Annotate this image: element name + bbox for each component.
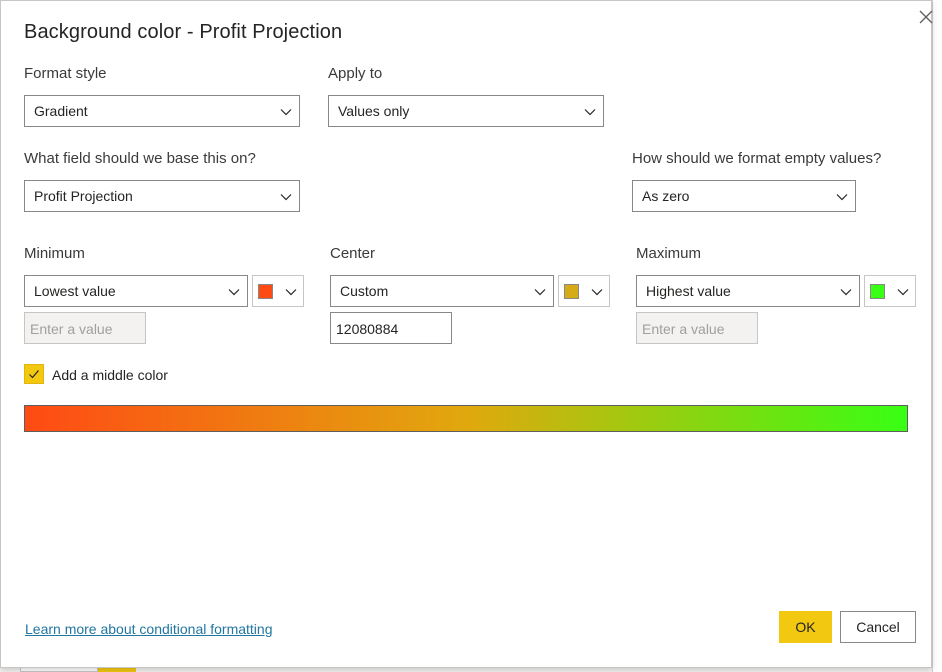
chevron-down-icon bbox=[228, 289, 240, 296]
minimum-color-swatch bbox=[258, 284, 273, 299]
minimum-type-value: Lowest value bbox=[34, 283, 116, 299]
close-icon bbox=[919, 10, 933, 24]
base-field-value: Profit Projection bbox=[34, 188, 133, 204]
dialog-title: Background color - Profit Projection bbox=[24, 21, 343, 43]
chevron-down-icon bbox=[280, 194, 292, 201]
center-color-swatch bbox=[564, 284, 579, 299]
base-field-label: What field should we base this on? bbox=[24, 150, 256, 167]
chevron-down-icon bbox=[897, 289, 909, 296]
maximum-color-picker[interactable] bbox=[864, 275, 916, 307]
format-style-dropdown[interactable]: Gradient bbox=[24, 95, 300, 127]
format-style-label: Format style bbox=[24, 65, 107, 82]
conditional-formatting-dialog: Background color - Profit Projection For… bbox=[0, 0, 933, 668]
minimum-value-input[interactable]: Enter a value bbox=[24, 312, 146, 344]
chevron-down-icon bbox=[584, 109, 596, 116]
learn-more-link[interactable]: Learn more about conditional formatting bbox=[25, 621, 272, 637]
empty-values-label: How should we format empty values? bbox=[632, 150, 882, 167]
center-value-input[interactable]: 12080884 bbox=[330, 312, 452, 344]
close-button[interactable] bbox=[915, 6, 937, 28]
center-value-text: 12080884 bbox=[336, 321, 399, 337]
minimum-color-picker[interactable] bbox=[252, 275, 304, 307]
maximum-value-placeholder: Enter a value bbox=[642, 321, 725, 337]
chevron-down-icon bbox=[836, 194, 848, 201]
maximum-label: Maximum bbox=[636, 245, 702, 262]
middle-color-checkbox[interactable] bbox=[24, 364, 44, 384]
cancel-button[interactable]: Cancel bbox=[840, 611, 916, 643]
maximum-value-input[interactable]: Enter a value bbox=[636, 312, 758, 344]
background-edge bbox=[932, 0, 942, 672]
chevron-down-icon bbox=[534, 289, 546, 296]
apply-to-value: Values only bbox=[338, 103, 410, 119]
middle-color-label: Add a middle color bbox=[52, 367, 168, 383]
chevron-down-icon bbox=[285, 289, 297, 296]
maximum-type-value: Highest value bbox=[646, 283, 731, 299]
minimum-value-placeholder: Enter a value bbox=[30, 321, 113, 337]
center-label: Center bbox=[330, 245, 376, 262]
format-style-value: Gradient bbox=[34, 103, 88, 119]
empty-values-value: As zero bbox=[642, 188, 690, 204]
maximum-type-dropdown[interactable]: Highest value bbox=[636, 275, 860, 307]
center-type-value: Custom bbox=[340, 283, 389, 299]
ok-button[interactable]: OK bbox=[779, 611, 832, 643]
chevron-down-icon bbox=[280, 109, 292, 116]
gradient-preview-bar bbox=[24, 405, 908, 432]
chevron-down-icon bbox=[591, 289, 603, 296]
chevron-down-icon bbox=[840, 289, 852, 296]
apply-to-dropdown[interactable]: Values only bbox=[328, 95, 604, 127]
minimum-type-dropdown[interactable]: Lowest value bbox=[24, 275, 248, 307]
center-type-dropdown[interactable]: Custom bbox=[330, 275, 554, 307]
empty-values-dropdown[interactable]: As zero bbox=[632, 180, 856, 212]
base-field-dropdown[interactable]: Profit Projection bbox=[24, 180, 300, 212]
minimum-label: Minimum bbox=[24, 245, 85, 262]
apply-to-label: Apply to bbox=[328, 65, 383, 82]
checkmark-icon bbox=[29, 370, 39, 379]
center-color-picker[interactable] bbox=[558, 275, 610, 307]
maximum-color-swatch bbox=[870, 284, 885, 299]
